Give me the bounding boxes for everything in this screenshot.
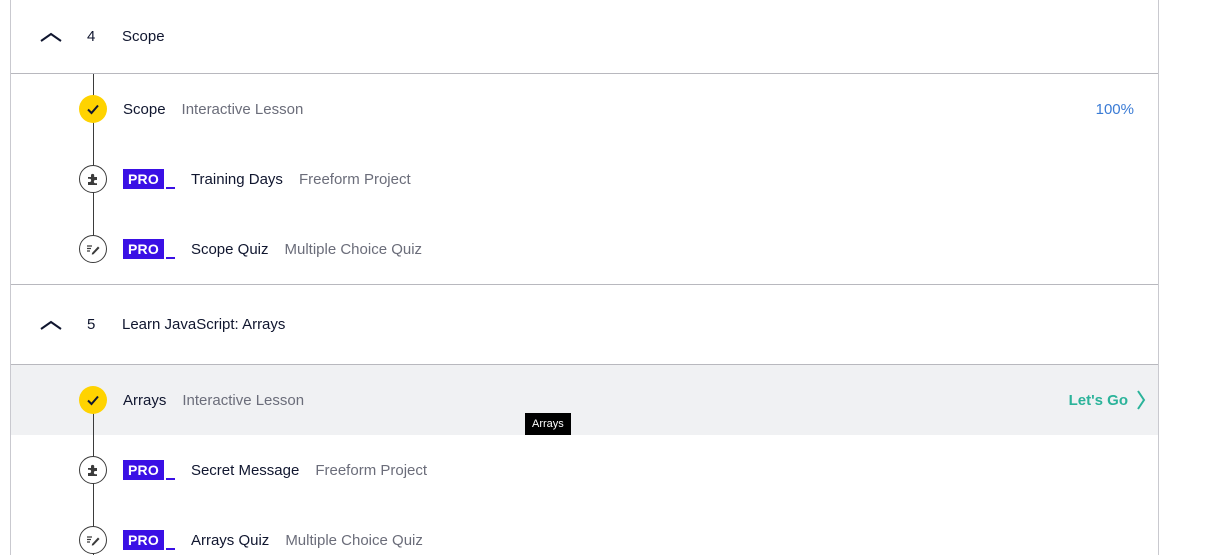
pro-badge: PRO (123, 169, 175, 189)
quiz-name: Arrays Quiz (190, 531, 270, 549)
project-type: Freeform Project (315, 461, 428, 479)
chevron-right-icon (1136, 389, 1146, 411)
lets-go-label: Let's Go (1068, 391, 1128, 409)
lesson-name: Arrays (123, 391, 167, 409)
quiz-row-scope-quiz[interactable]: PRO Scope Quiz Multiple Choice Quiz (11, 214, 1158, 284)
project-name: Secret Message (190, 461, 300, 479)
puzzle-icon (79, 456, 107, 484)
project-row-training-days[interactable]: PRO Training Days Freeform Project (11, 144, 1158, 214)
module-title: Scope (122, 28, 165, 45)
pro-badge: PRO (123, 460, 175, 480)
chevron-up-icon[interactable] (39, 313, 63, 337)
quiz-pencil-icon (79, 235, 107, 263)
module-header-arrays[interactable]: 5 Learn JavaScript: Arrays (11, 284, 1158, 365)
lesson-name: Scope (123, 100, 166, 118)
quiz-name: Scope Quiz (190, 240, 269, 258)
checkmark-icon (79, 386, 107, 414)
lets-go-button[interactable]: Let's Go (1069, 389, 1146, 411)
syllabus-panel: 4 Scope Scope Interactive Lesson 100% PR… (10, 0, 1159, 555)
module-number: 5 (87, 316, 96, 333)
lesson-type: Interactive Lesson (181, 100, 304, 118)
quiz-type: Multiple Choice Quiz (284, 240, 423, 258)
module-header-scope[interactable]: 4 Scope (11, 0, 1158, 74)
module-title: Learn JavaScript: Arrays (122, 316, 286, 333)
quiz-row-arrays-quiz[interactable]: PRO Arrays Quiz Multiple Choice Quiz (11, 505, 1158, 555)
lesson-row-scope[interactable]: Scope Interactive Lesson 100% (11, 74, 1158, 144)
pro-badge: PRO (123, 530, 175, 550)
lesson-row-arrays[interactable]: Arrays Interactive Lesson Let's Go (11, 365, 1158, 435)
project-name: Training Days (190, 170, 283, 188)
lesson-type: Interactive Lesson (182, 391, 305, 409)
checkmark-icon (79, 95, 107, 123)
progress-percent: 100% (1095, 100, 1134, 118)
project-type: Freeform Project (298, 170, 411, 188)
project-row-secret-message[interactable]: PRO Secret Message Freeform Project (11, 435, 1158, 505)
module-number: 4 (87, 28, 96, 45)
quiz-pencil-icon (79, 526, 107, 554)
pro-badge: PRO (123, 239, 175, 259)
puzzle-icon (79, 165, 107, 193)
tooltip: Arrays (525, 413, 571, 435)
chevron-up-icon[interactable] (39, 25, 63, 49)
quiz-type: Multiple Choice Quiz (285, 531, 423, 549)
